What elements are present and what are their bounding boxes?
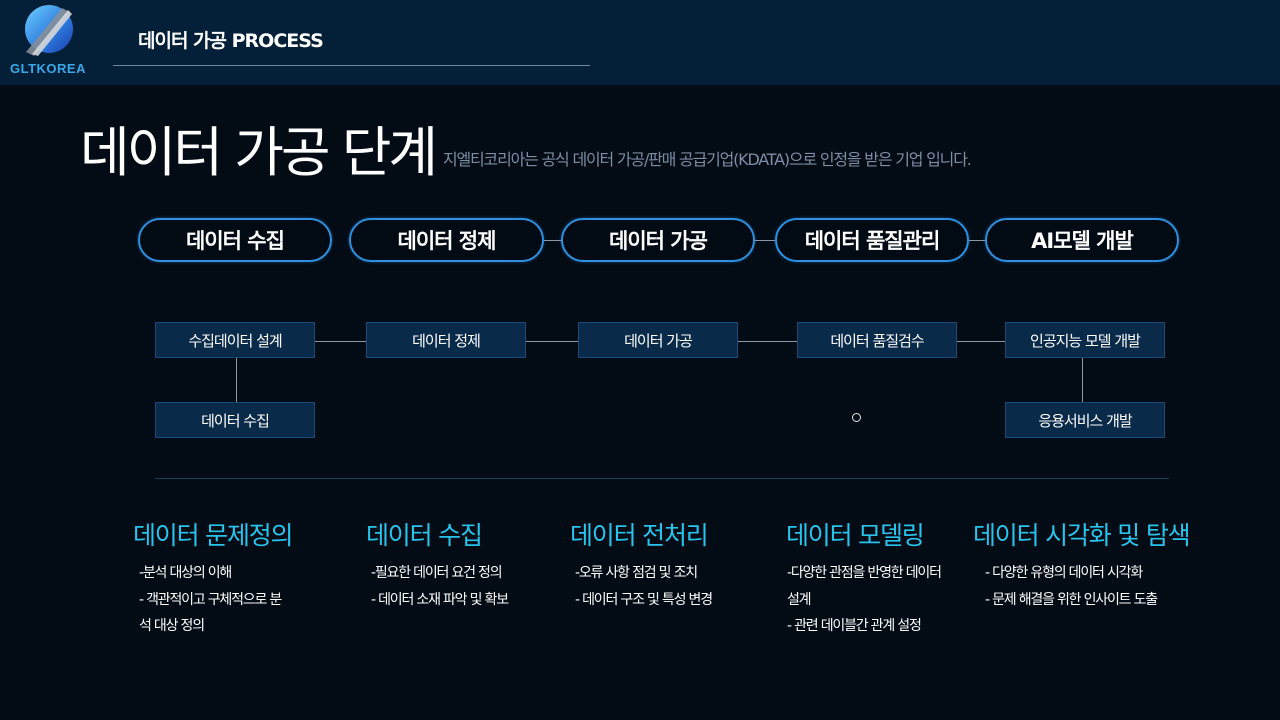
list-item: - 문제 해결을 위한 인사이트 도출 (985, 591, 1158, 608)
list-item: - 데이터 구조 및 특성 변경 (575, 591, 713, 608)
header-underline (113, 65, 590, 66)
list-item: 설계 (787, 591, 812, 608)
category-list-collect: -필요한 데이터 요건 정의 - 데이터 소재 파악 및 확보 (371, 560, 509, 613)
header-title: 데이터 가공 PROCESS (138, 30, 324, 52)
step-pill-quality: 데이터 품질관리 (775, 218, 969, 262)
flow-box-process: 데이터 가공 (578, 322, 738, 358)
flow-connector (957, 341, 1006, 342)
list-item: - 다양한 유형의 데이터 시각화 (985, 565, 1143, 581)
list-item: 석 대상 정의 (139, 618, 205, 634)
category-title-visualization: 데이터 시각화 및 탐색 (973, 521, 1191, 550)
circle-mark (852, 413, 861, 422)
flow-box-app-service: 응용서비스 개발 (1005, 402, 1165, 438)
category-title-collect: 데이터 수집 (366, 521, 483, 550)
step-pill-process: 데이터 가공 (561, 218, 755, 262)
globe-logo-icon (25, 5, 73, 56)
flow-box-quality-check: 데이터 품질검수 (797, 322, 957, 358)
pill-connector (968, 240, 986, 241)
list-item: -오류 사항 점검 및 조치 (575, 565, 698, 581)
section-divider (155, 478, 1169, 479)
flow-connector-vertical (236, 357, 237, 402)
list-item: - 데이터 소재 파악 및 확보 (371, 591, 509, 608)
pill-connector (544, 240, 562, 241)
list-item: - 관련 데이블간 관계 설정 (787, 618, 922, 634)
flow-connector (738, 341, 798, 342)
page-subtitle: 지엘티코리아는 공식 데이터 가공/판매 공급기업(KDATA)으로 인정을 받… (443, 150, 972, 169)
flow-box-cleanse: 데이터 정제 (366, 322, 526, 358)
flow-box-collect: 데이터 수집 (155, 402, 315, 438)
category-title-modeling: 데이터 모델링 (786, 521, 925, 550)
step-pill-collect: 데이터 수집 (138, 218, 332, 262)
list-item: -분석 대상의 이해 (139, 565, 232, 581)
list-item: - 객관적이고 구체적으로 분 (139, 591, 282, 608)
step-pill-cleanse: 데이터 정제 (349, 218, 544, 262)
flow-box-collect-design: 수집데이터 설계 (155, 322, 315, 358)
list-item: -다양한 관점을 반영한 데이터 (787, 565, 942, 581)
flow-connector (315, 341, 366, 342)
step-pill-ai-model: AI모델 개발 (985, 218, 1179, 262)
category-list-preprocess: -오류 사항 점검 및 조치 - 데이터 구조 및 특성 변경 (575, 560, 713, 613)
category-list-visualization: - 다양한 유형의 데이터 시각화 - 문제 해결을 위한 인사이트 도출 (985, 560, 1158, 613)
page-title: 데이터 가공 단계 (80, 121, 438, 184)
list-item: -필요한 데이터 요건 정의 (371, 565, 503, 581)
flow-connector (525, 341, 579, 342)
header-bar: GLTKOREA 데이터 가공 PROCESS (0, 0, 1280, 85)
pill-connector (754, 240, 776, 241)
category-title-problem: 데이터 문제정의 (133, 521, 294, 550)
flow-connector-vertical (1082, 357, 1083, 402)
logo-text: GLTKOREA (10, 61, 86, 76)
category-list-modeling: -다양한 관점을 반영한 데이터 설계 - 관련 데이블간 관계 설정 (787, 560, 942, 640)
category-title-preprocess: 데이터 전처리 (570, 521, 709, 550)
category-list-problem: -분석 대상의 이해 - 객관적이고 구체적으로 분 석 대상 정의 (139, 560, 282, 640)
flow-box-ai-dev: 인공지능 모델 개발 (1005, 322, 1165, 358)
